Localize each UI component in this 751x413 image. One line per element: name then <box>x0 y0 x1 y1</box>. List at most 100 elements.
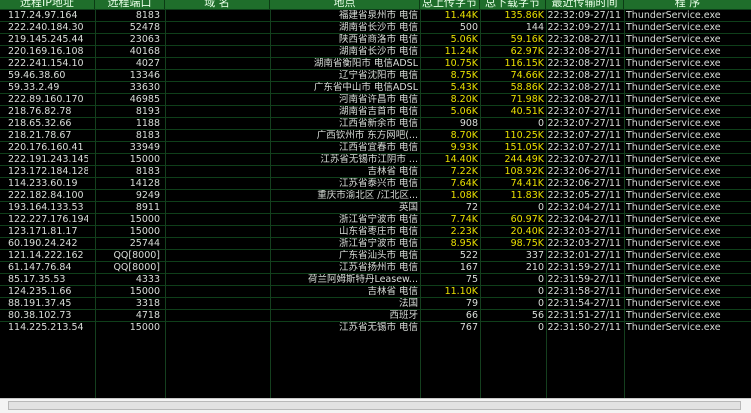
table-row[interactable]: 193.164.133.53 8911 英国 72 0 22:32:04-27/11 Thu… <box>0 201 751 213</box>
cell-upload: 11.10K <box>444 286 478 297</box>
cell-upload: 14.40K <box>444 154 478 165</box>
cell-remote-ip: 114.233.60.19 <box>8 178 78 189</box>
cell-download: 151.05K <box>504 142 544 153</box>
table-row[interactable]: 59.46.38.60 13346 辽宁省沈阳市 电信 8.75K 74.66K 22:3… <box>0 69 751 81</box>
table-row[interactable]: 60.190.24.242 25744 浙江省宁波市 电信 8.95K 98.75K 22… <box>0 237 751 249</box>
cell-upload: 11.24K <box>444 46 478 57</box>
cell-download: 58.86K <box>510 82 544 93</box>
cell-upload: 5.06K <box>450 34 478 45</box>
cell-program: ThunderService.exe <box>626 106 721 117</box>
cell-program: ThunderService.exe <box>626 238 721 249</box>
table-row[interactable]: 124.235.1.66 15000 吉林省 电信 11.10K 0 22:31:58-2… <box>0 285 751 297</box>
table-row[interactable]: 222.240.184.30 52478 湖南省长沙市 电信 500 144 22:32:… <box>0 21 751 33</box>
table-row[interactable]: 122.227.176.194 15000 浙江省宁波市 电信 7.74K 60.97K… <box>0 213 751 225</box>
cell-upload: 11.44K <box>444 10 478 21</box>
cell-last-time: 22:32:08-27/11 <box>547 46 621 57</box>
cell-location: 辽宁省沈阳市 电信 <box>338 70 418 81</box>
table-row[interactable]: 220.176.160.41 33949 江西省宜春市 电信 9.93K 151.05K… <box>0 141 751 153</box>
table-row[interactable]: 222.89.160.170 46985 河南省许昌市 电信 8.20K 71.98K 2… <box>0 93 751 105</box>
cell-download: 108.92K <box>504 166 544 177</box>
cell-remote-ip: 123.172.184.128 <box>8 166 88 177</box>
table-row[interactable]: 222.241.154.10 4027 湖南省衡阳市 电信ADSL 10.75K 116… <box>0 57 751 69</box>
table-row[interactable]: 218.76.82.78 8193 湖南省吉首市 电信 5.06K 40.51K 22:3… <box>0 105 751 117</box>
table-row[interactable]: 114.233.60.19 14128 江苏省泰兴市 电信 7.64K 74.41K 22… <box>0 177 751 189</box>
cell-download: 74.41K <box>510 178 544 189</box>
table-row[interactable]: 117.24.97.164 8183 福建省泉州市 电信 11.44K 135.86K 2… <box>0 9 751 21</box>
cell-location: 陕西省商洛市 电信 <box>338 34 418 45</box>
cell-program: ThunderService.exe <box>626 154 721 165</box>
table-row[interactable]: 218.65.32.66 1188 江西省新余市 电信 908 0 22:32:07-27… <box>0 117 751 129</box>
table-row[interactable]: 114.225.213.54 15000 江苏省无锡市 电信 767 0 22:31:50… <box>0 321 751 333</box>
cell-last-time: 22:32:07-27/11 <box>547 118 621 129</box>
col-program[interactable]: 程 序 <box>624 0 751 9</box>
table-row[interactable]: 222.182.84.100 9249 重庆市渝北区 /江北区... 1.08K 11.… <box>0 189 751 201</box>
cell-program: ThunderService.exe <box>626 202 721 213</box>
cell-last-time: 22:31:59-27/11 <box>547 262 621 273</box>
cell-download: 110.25K <box>504 130 544 141</box>
cell-program: ThunderService.exe <box>626 286 721 297</box>
table-row[interactable]: 123.171.81.17 15000 山东省枣庄市 电信 2.23K 20.40K 22… <box>0 225 751 237</box>
col-divider <box>165 9 166 398</box>
cell-upload: 7.64K <box>450 178 478 189</box>
col-last-time[interactable]: 最近传输时间 <box>546 0 624 9</box>
cell-remote-ip: 222.191.243.145 <box>8 154 88 165</box>
cell-upload: 1.08K <box>450 190 478 201</box>
cell-location: 江西省新余市 电信 <box>338 118 418 129</box>
table-row[interactable]: 220.169.16.108 40168 湖南省长沙市 电信 11.24K 62.97K… <box>0 45 751 57</box>
table-row[interactable]: 85.17.35.53 4333 荷兰阿姆斯特丹Leasew... 75 0 22:31:… <box>0 273 751 285</box>
table-row[interactable]: 123.172.184.128 8183 吉林省 电信 7.22K 108.92K 22:… <box>0 165 751 177</box>
col-name[interactable]: 域 名 <box>165 0 270 9</box>
col-remote-ip[interactable]: 远程IP地址 <box>0 0 95 9</box>
cell-last-time: 22:32:09-27/11 <box>547 10 621 21</box>
cell-location: 湖南省长沙市 电信 <box>338 22 418 33</box>
cell-download: 59.16K <box>510 34 544 45</box>
cell-location: 山东省枣庄市 电信 <box>338 226 418 237</box>
table-row[interactable]: 61.147.76.84 QQ[8000] 江苏省扬州市 电信 167 210 22:31… <box>0 261 751 273</box>
cell-remote-port: 4718 <box>135 310 160 321</box>
cell-last-time: 22:31:58-27/11 <box>547 286 621 297</box>
cell-remote-port: 15000 <box>129 322 160 333</box>
cell-program: ThunderService.exe <box>626 190 721 201</box>
col-download[interactable]: 总下载字节 <box>480 0 546 9</box>
cell-remote-ip: 220.169.16.108 <box>8 46 84 57</box>
cell-program: ThunderService.exe <box>626 178 721 189</box>
cell-download: 74.66K <box>510 70 544 81</box>
cell-remote-port: 46985 <box>129 94 160 105</box>
cell-remote-port: 4333 <box>135 274 160 285</box>
cell-remote-ip: 222.89.160.170 <box>8 94 84 105</box>
horizontal-scrollbar[interactable] <box>8 401 741 410</box>
table-row[interactable]: 59.33.2.49 33630 广东省中山市 电信ADSL 5.43K 58.86K 2… <box>0 81 751 93</box>
cell-program: ThunderService.exe <box>626 82 721 93</box>
table-row[interactable]: 88.191.37.45 3318 法国 79 0 22:31:54-27/11 Thund… <box>0 297 751 309</box>
col-remote-port[interactable]: 远程端口 <box>95 0 165 9</box>
cell-program: ThunderService.exe <box>626 10 721 21</box>
cell-program: ThunderService.exe <box>626 34 721 45</box>
cell-remote-ip: 61.147.76.84 <box>8 262 72 273</box>
cell-download: 244.49K <box>504 154 544 165</box>
cell-upload: 8.70K <box>450 130 478 141</box>
cell-download: 0 <box>537 322 544 333</box>
cell-last-time: 22:32:06-27/11 <box>547 166 621 177</box>
cell-download: 56 <box>531 310 544 321</box>
cell-remote-port: 14128 <box>129 178 160 189</box>
table-row[interactable]: 218.21.78.67 8183 广西钦州市 东方网吧(... 8.70K 110.2… <box>0 129 751 141</box>
cell-program: ThunderService.exe <box>626 130 721 141</box>
table-row[interactable]: 219.145.245.44 23063 陕西省商洛市 电信 5.06K 59.16K 2… <box>0 33 751 45</box>
cell-upload: 5.43K <box>450 82 478 93</box>
cell-remote-ip: 59.33.2.49 <box>8 82 60 93</box>
cell-location: 湖南省吉首市 电信 <box>338 106 418 117</box>
table-row[interactable]: 121.14.222.162 QQ[8000] 广东省汕头市 电信 522 337 22:… <box>0 249 751 261</box>
cell-remote-port: 33630 <box>129 82 160 93</box>
cell-upload: 72 <box>465 202 478 213</box>
cell-last-time: 22:31:50-27/11 <box>547 322 621 333</box>
col-upload[interactable]: 总上传字节 <box>420 0 480 9</box>
cell-last-time: 22:32:01-27/11 <box>547 250 621 261</box>
cell-program: ThunderService.exe <box>626 322 721 333</box>
cell-remote-port: 15000 <box>129 286 160 297</box>
cell-last-time: 22:32:04-27/11 <box>547 202 621 213</box>
table-row[interactable]: 80.38.102.73 4718 西班牙 66 56 22:31:51-27/11 Thu… <box>0 309 751 321</box>
cell-last-time: 22:32:07-27/11 <box>547 130 621 141</box>
table-row[interactable]: 222.191.243.145 15000 江苏省无锡市江阴市 ... 14.40K 2… <box>0 153 751 165</box>
col-location[interactable]: 地点 <box>270 0 420 9</box>
cell-remote-port: 8183 <box>135 130 160 141</box>
